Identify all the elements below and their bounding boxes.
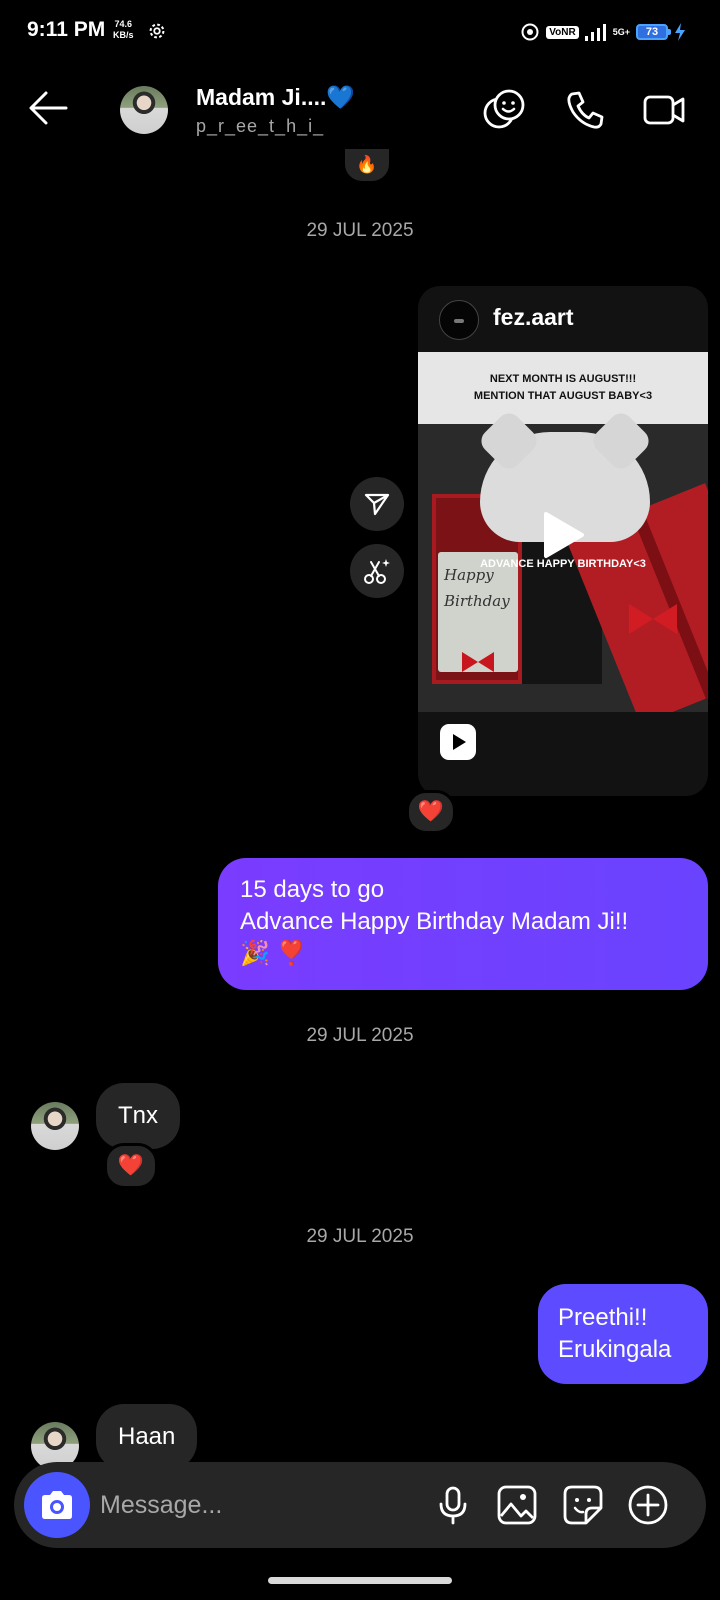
network-speed-value: 74.6	[114, 19, 133, 29]
message-reaction[interactable]: ❤️	[104, 1143, 158, 1189]
message-text: Tnx	[118, 1102, 159, 1129]
reel-banner: NEXT MONTH IS AUGUST!!! MENTION THAT AUG…	[418, 352, 708, 424]
smiley-pair-icon[interactable]	[482, 88, 526, 132]
volte-badge: VoNR	[546, 25, 579, 39]
phone-icon[interactable]	[563, 88, 607, 132]
message-text: Advance Happy Birthday Madam Ji!!	[240, 908, 629, 935]
ribbon-bow-icon	[462, 652, 494, 672]
message-text: 15 days to go	[240, 876, 385, 903]
microphone-icon[interactable]	[432, 1484, 474, 1526]
ribbon-bow-icon	[629, 604, 677, 634]
card-text: Birthday	[444, 592, 510, 610]
shared-reel[interactable]: fez.aart NEXT MONTH IS AUGUST!!! MENTION…	[418, 286, 708, 796]
image-icon[interactable]	[496, 1484, 538, 1526]
play-icon[interactable]	[536, 510, 586, 560]
scissors-sparkle-icon	[364, 559, 390, 584]
status-indicators: VoNR 5G+ 73	[520, 20, 686, 44]
contact-avatar[interactable]	[120, 86, 168, 134]
camera-icon	[42, 1491, 72, 1519]
contact-handle[interactable]: p_r_ee_t_h_i_	[196, 116, 324, 137]
reel-thumbnail[interactable]: NEXT MONTH IS AUGUST!!! MENTION THAT AUG…	[418, 352, 708, 712]
message-text: Erukingala	[558, 1336, 672, 1363]
paper-plane-icon	[364, 493, 390, 516]
message-reaction[interactable]: 🔥	[342, 146, 392, 184]
plus-circle-icon[interactable]	[627, 1484, 669, 1526]
network-speed-unit: KB/s	[113, 30, 134, 40]
signal-bars-icon	[584, 24, 606, 41]
date-separator: 29 JUL 2025	[306, 1226, 414, 1247]
settings-gear-icon	[149, 23, 165, 39]
contact-avatar[interactable]	[31, 1102, 79, 1150]
message-text: Haan	[118, 1423, 176, 1450]
battery-indicator: 73	[636, 24, 671, 40]
status-bar: 9:11 PM 74.6 KB/s VoNR 5G+ 73	[0, 0, 720, 64]
received-message[interactable]: Haan	[96, 1404, 198, 1470]
remix-button[interactable]	[350, 544, 404, 598]
received-message[interactable]: Tnx	[96, 1083, 181, 1149]
network-type: 5G+	[612, 27, 630, 37]
post-owner[interactable]: fez.aart	[493, 304, 574, 331]
video-camera-icon[interactable]	[642, 88, 686, 132]
reel-banner-line: MENTION THAT AUGUST BABY<3	[473, 390, 653, 402]
date-separator: 29 JUL 2025	[306, 1025, 414, 1046]
message-text: Preethi!!	[558, 1304, 648, 1331]
post-owner-avatar[interactable]	[439, 300, 479, 340]
share-button[interactable]	[350, 477, 404, 531]
network-speed: 74.6 KB/s	[113, 19, 134, 41]
status-time: 9:11 PM	[27, 18, 106, 41]
sticker-icon[interactable]	[562, 1484, 604, 1526]
home-indicator[interactable]	[268, 1577, 452, 1584]
hotspot-icon	[521, 23, 539, 41]
sent-message[interactable]: Preethi!! Erukingala	[538, 1284, 708, 1384]
message-input[interactable]	[100, 1484, 430, 1526]
reels-icon	[440, 724, 476, 760]
reel-image: Happy Birthday ADVANCE HAPPY BIRTHDAY<3	[418, 424, 708, 712]
message-reaction[interactable]: ❤️	[406, 790, 456, 834]
arrow-left-icon[interactable]	[26, 88, 70, 128]
date-separator: 29 JUL 2025	[306, 220, 414, 241]
charging-bolt-icon	[675, 23, 685, 41]
message-composer	[14, 1462, 706, 1548]
reel-banner-line: NEXT MONTH IS AUGUST!!!	[489, 373, 637, 385]
message-text: 🎉 ❣️	[240, 940, 307, 967]
contact-name[interactable]: Madam Ji....💙	[196, 84, 355, 111]
camera-button[interactable]	[24, 1472, 90, 1538]
sent-message[interactable]: 15 days to go Advance Happy Birthday Mad…	[218, 858, 708, 990]
